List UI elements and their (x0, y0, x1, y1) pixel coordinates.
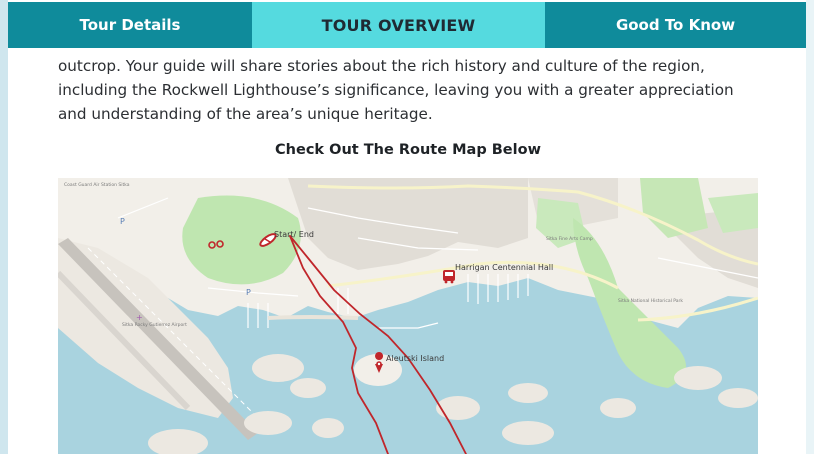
tab-tour-overview[interactable]: TOUR OVERVIEW (252, 2, 545, 48)
scrollbar-track[interactable] (806, 0, 814, 454)
map-heading: Check Out The Route Map Below (275, 142, 541, 158)
airport-label: Sitka Rocky Gutierrez Airport (122, 322, 187, 328)
start-end-label: Start/ End (274, 230, 314, 239)
route-map-svg: Start/ End Harrigan Centennial Hall Aleu… (58, 178, 758, 454)
coast-guard-label: Coast Guard Air Station Sitka (64, 182, 130, 188)
svg-text:P: P (246, 288, 251, 297)
tour-description: outcrop. Your guide will share stories a… (58, 54, 778, 126)
historical-park-label: Sitka National Historical Park (618, 298, 683, 304)
tab-good-to-know[interactable]: Good To Know (545, 2, 806, 48)
description-line-1: outcrop. Your guide will share stories a… (58, 57, 705, 75)
tab-tour-details[interactable]: Tour Details (8, 2, 252, 48)
description-line-3: and understanding of the area’s unique h… (58, 105, 433, 123)
svg-text:P: P (120, 217, 125, 226)
route-map[interactable]: Start/ End Harrigan Centennial Hall Aleu… (58, 178, 758, 454)
island-label: Aleutski Island (386, 354, 444, 363)
tab-bar: Tour Details TOUR OVERVIEW Good To Know (8, 2, 806, 48)
hall-label: Harrigan Centennial Hall (455, 263, 553, 272)
fine-arts-label: Sitka Fine Arts Camp (546, 236, 593, 242)
svg-text:+: + (136, 313, 143, 322)
description-line-2: including the Rockwell Lighthouse’s sign… (58, 81, 734, 99)
